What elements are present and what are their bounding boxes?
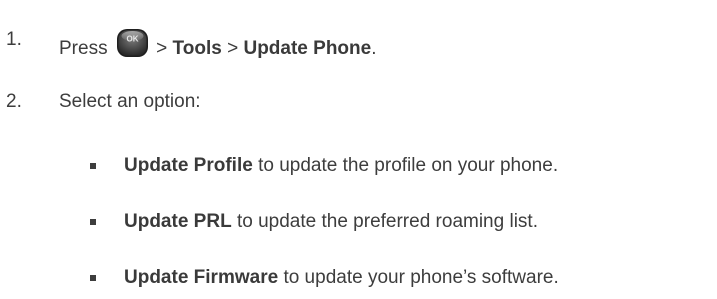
press-label: Press (59, 38, 108, 59)
period: . (371, 38, 377, 59)
step-2-text: Select an option: (59, 91, 201, 112)
option-name: Update Firmware (124, 267, 279, 288)
option-name: Update Profile (124, 155, 253, 176)
option-description: to update the profile on your phone. (258, 155, 559, 176)
ok-key-icon: OK (116, 28, 149, 58)
option-description: to update your phone’s software. (283, 267, 559, 288)
square-bullet-icon (90, 163, 96, 169)
square-bullet-icon (90, 219, 96, 225)
ok-key-label: OK (126, 35, 138, 44)
option-name: Update PRL (124, 211, 232, 232)
separator: > (156, 38, 168, 59)
step-1-text: Press OK > Tools > Update Phone. (59, 28, 376, 61)
instruction-page: 1. Press OK > Tools > Update Phone. 2. S… (0, 0, 717, 299)
menu-tools: Tools (172, 38, 222, 59)
menu-update-phone: Update Phone (243, 38, 372, 59)
separator: > (227, 38, 239, 59)
square-bullet-icon (90, 275, 96, 281)
step-number: 1. (6, 29, 22, 50)
option-description: to update the preferred roaming list. (236, 211, 538, 232)
step-number: 2. (6, 91, 22, 112)
